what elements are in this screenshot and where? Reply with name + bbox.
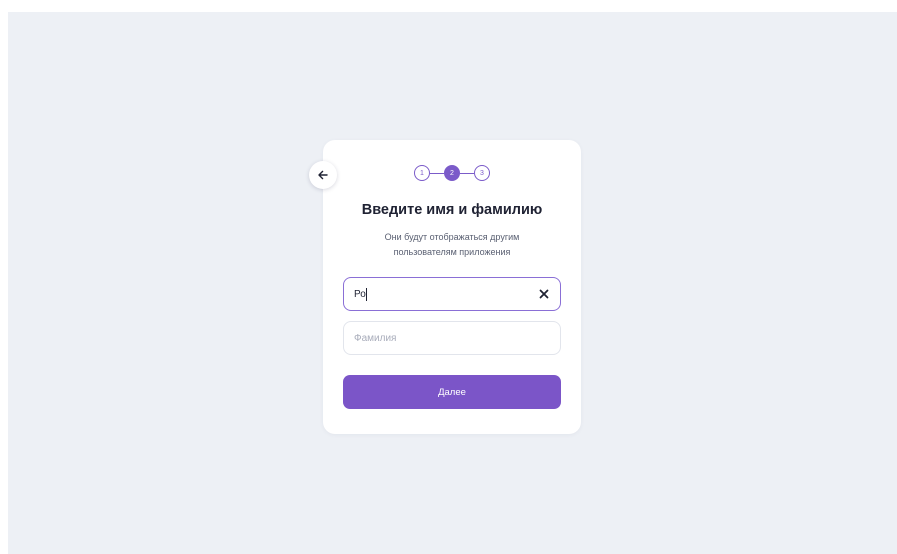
step-1: 1 <box>414 165 430 181</box>
step-connector <box>460 172 474 174</box>
subtitle-line-1: Они будут отображаться другим <box>384 232 520 242</box>
next-button[interactable]: Далее <box>343 375 561 409</box>
last-name-input[interactable] <box>354 322 524 354</box>
form-title: Введите имя и фамилию <box>361 202 543 218</box>
back-button[interactable] <box>309 161 337 189</box>
step-3: 3 <box>474 165 490 181</box>
subtitle-line-2: пользователям приложения <box>393 247 511 257</box>
close-icon <box>539 289 549 299</box>
clear-first-name-button[interactable] <box>537 287 551 301</box>
first-name-input[interactable] <box>354 278 524 310</box>
step-connector <box>430 172 444 174</box>
text-caret <box>366 288 367 301</box>
first-name-field[interactable] <box>343 277 561 311</box>
step-2: 2 <box>444 165 460 181</box>
stepper: 1 2 3 <box>323 164 581 182</box>
last-name-field[interactable] <box>343 321 561 355</box>
arrow-left-icon <box>318 170 328 180</box>
form-subtitle: Они будут отображаться другим пользовате… <box>353 230 551 260</box>
name-form-card: 1 2 3 Введите имя и фамилию Они будут от… <box>323 140 581 434</box>
